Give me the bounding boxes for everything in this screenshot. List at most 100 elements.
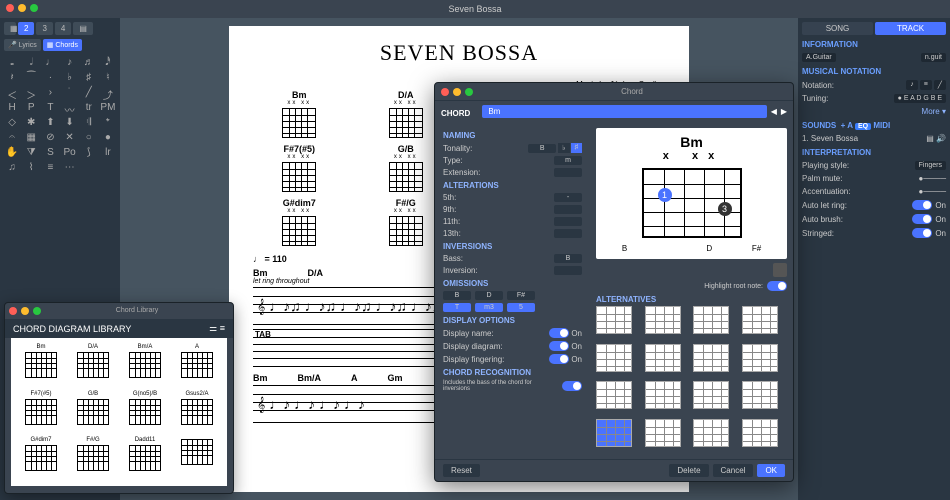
omit-note[interactable]: D bbox=[475, 291, 503, 300]
cancel-button[interactable]: Cancel bbox=[713, 464, 754, 477]
chord-diagram[interactable]: F#/Gxx xx bbox=[389, 198, 423, 246]
glyph-vibrato-icon[interactable]: 〰 bbox=[61, 102, 77, 114]
type-select[interactable]: m bbox=[554, 156, 582, 165]
recognition-toggle[interactable] bbox=[562, 381, 582, 391]
bass-select[interactable]: B bbox=[554, 254, 582, 263]
glyph-arp-icon[interactable]: ⟆ bbox=[81, 147, 97, 159]
sharp-button[interactable]: ♯ bbox=[571, 143, 583, 153]
alt-chord[interactable] bbox=[645, 381, 681, 409]
alt-chord[interactable] bbox=[742, 306, 778, 334]
alt-chord[interactable] bbox=[645, 306, 681, 334]
alt-9th-select[interactable] bbox=[554, 205, 582, 214]
ok-button[interactable]: OK bbox=[757, 464, 785, 477]
delete-button[interactable]: Delete bbox=[669, 464, 708, 477]
auto-letring-toggle[interactable] bbox=[912, 200, 932, 210]
alt-chord[interactable] bbox=[693, 306, 729, 334]
alt-chord[interactable] bbox=[645, 344, 681, 372]
chord-diagram[interactable]: G#dim7xx xx bbox=[282, 198, 316, 246]
alt-chord[interactable] bbox=[742, 419, 778, 447]
close-window-icon[interactable] bbox=[6, 4, 14, 12]
display-diagram-toggle[interactable] bbox=[549, 341, 569, 351]
glyph-quarter-note-icon[interactable]: ♩ bbox=[42, 57, 58, 69]
library-chord[interactable]: A bbox=[173, 344, 221, 387]
chord-result-select[interactable]: Bm bbox=[482, 105, 766, 118]
alt-chord[interactable] bbox=[693, 419, 729, 447]
glyph-eighth-note-icon[interactable]: ♪ bbox=[61, 57, 77, 69]
extension-select[interactable] bbox=[554, 168, 582, 177]
glyph-pick-icon[interactable]: ⧩ bbox=[23, 147, 39, 159]
library-chord[interactable]: D/A bbox=[69, 344, 117, 387]
tuning-field[interactable]: ● E A D G B E bbox=[894, 94, 946, 103]
glyph-misc3-icon[interactable]: ○ bbox=[81, 132, 97, 144]
glyph-half-note-icon[interactable]: 𝅗𝅥 bbox=[23, 57, 39, 69]
track-name-field[interactable]: A.Guitar bbox=[802, 53, 836, 62]
glyph-slap-icon[interactable]: S bbox=[42, 147, 58, 159]
glyph-accent-icon[interactable]: › bbox=[42, 87, 58, 99]
alt-11th-select[interactable] bbox=[554, 217, 582, 226]
glyph-misc4-icon[interactable]: ● bbox=[100, 132, 116, 144]
lyrics-button[interactable]: 🎤 Lyrics bbox=[4, 39, 41, 51]
close-icon[interactable] bbox=[441, 88, 449, 96]
chord-diagram-editor[interactable]: 1 3 bbox=[642, 168, 742, 238]
stringed-toggle[interactable] bbox=[912, 228, 932, 238]
glyph-flat-icon[interactable]: ♭ bbox=[61, 72, 77, 84]
alt-chord[interactable] bbox=[742, 344, 778, 372]
glyph-coda-icon[interactable]: 𝄌 bbox=[100, 117, 116, 129]
alt-chord[interactable] bbox=[596, 344, 632, 372]
glyph-hand-icon[interactable]: ✋ bbox=[4, 147, 20, 159]
minimize-icon[interactable] bbox=[21, 307, 29, 315]
alt-5th-select[interactable]: - bbox=[554, 193, 582, 202]
glyph-trill-icon[interactable]: tr bbox=[81, 102, 97, 114]
glyph-natural-icon[interactable]: ♮ bbox=[100, 72, 116, 84]
glyph-harm-icon[interactable]: ◇ bbox=[4, 117, 20, 129]
minimize-window-icon[interactable] bbox=[18, 4, 26, 12]
library-chord[interactable]: Gsus2/A bbox=[173, 391, 221, 434]
omit-note[interactable]: F# bbox=[507, 291, 535, 300]
playing-style-select[interactable]: Fingers bbox=[915, 161, 946, 170]
alt-chord[interactable] bbox=[596, 381, 632, 409]
more-link[interactable]: More ▾ bbox=[922, 107, 946, 116]
next-chord-icon[interactable]: ▶ bbox=[781, 107, 787, 116]
zoom-window-icon[interactable] bbox=[30, 4, 38, 12]
glyph-extra1-icon[interactable]: ⌇ bbox=[23, 162, 39, 174]
library-chord[interactable]: Bm/A bbox=[121, 344, 169, 387]
omit-note[interactable]: B bbox=[443, 291, 471, 300]
tonality-select[interactable]: B bbox=[528, 144, 556, 153]
glyph-text-icon[interactable]: T bbox=[42, 102, 58, 114]
glyph-sharp-icon[interactable]: ♯ bbox=[81, 72, 97, 84]
alt-chord[interactable] bbox=[742, 381, 778, 409]
auto-brush-toggle[interactable] bbox=[912, 214, 932, 224]
glyph-bend-icon[interactable]: ⤴ bbox=[100, 87, 116, 99]
reset-button[interactable]: Reset bbox=[443, 464, 480, 477]
omit-interval[interactable]: m3 bbox=[475, 303, 503, 312]
display-fingering-toggle[interactable] bbox=[549, 354, 569, 364]
glyph-whole-note-icon[interactable]: 𝅝 bbox=[4, 57, 20, 69]
glyph-pull-icon[interactable]: P bbox=[23, 102, 39, 114]
glyph-decrescendo-icon[interactable]: ＞ bbox=[23, 87, 39, 99]
chords-button[interactable]: ▦ Chords bbox=[43, 39, 82, 51]
glyph-misc1-icon[interactable]: ⊘ bbox=[42, 132, 58, 144]
alt-13th-select[interactable] bbox=[554, 229, 582, 238]
glyph-extra3-icon[interactable]: ⋯ bbox=[61, 162, 77, 174]
alt-chord[interactable] bbox=[693, 344, 729, 372]
highlight-root-toggle[interactable] bbox=[767, 281, 787, 291]
glyph-dot-icon[interactable]: · bbox=[42, 72, 58, 84]
glyph-tie-icon[interactable]: ⁀ bbox=[23, 72, 39, 84]
glyph-rest-icon[interactable]: 𝄽 bbox=[4, 72, 20, 84]
glyph-up-icon[interactable]: ⬆ bbox=[42, 117, 58, 129]
glyph-let-icon[interactable]: lr bbox=[100, 147, 116, 159]
layer-tab-1[interactable]: ▦ bbox=[4, 22, 16, 35]
library-chord[interactable]: G#dim7 bbox=[17, 437, 65, 480]
notation-slash-icon[interactable]: ╱ bbox=[934, 80, 946, 90]
glyph-repeat-icon[interactable]: 𝄇 bbox=[81, 117, 97, 129]
inversion-select[interactable] bbox=[554, 266, 582, 275]
play-chord-icon[interactable] bbox=[773, 263, 787, 277]
glyph-misc2-icon[interactable]: ✕ bbox=[61, 132, 77, 144]
glyph-crescendo-icon[interactable]: ＜ bbox=[4, 87, 20, 99]
library-chord[interactable]: F#/G bbox=[69, 437, 117, 480]
glyph-32nd-icon[interactable]: 𝅘𝅥𝅰 bbox=[100, 57, 116, 69]
glyph-palm-icon[interactable]: PM bbox=[100, 102, 116, 114]
sound-menu-icon[interactable]: ▤ 🔊 bbox=[926, 134, 946, 143]
alt-chord-selected[interactable] bbox=[596, 419, 632, 447]
library-chord[interactable]: F#7(#5) bbox=[17, 391, 65, 434]
